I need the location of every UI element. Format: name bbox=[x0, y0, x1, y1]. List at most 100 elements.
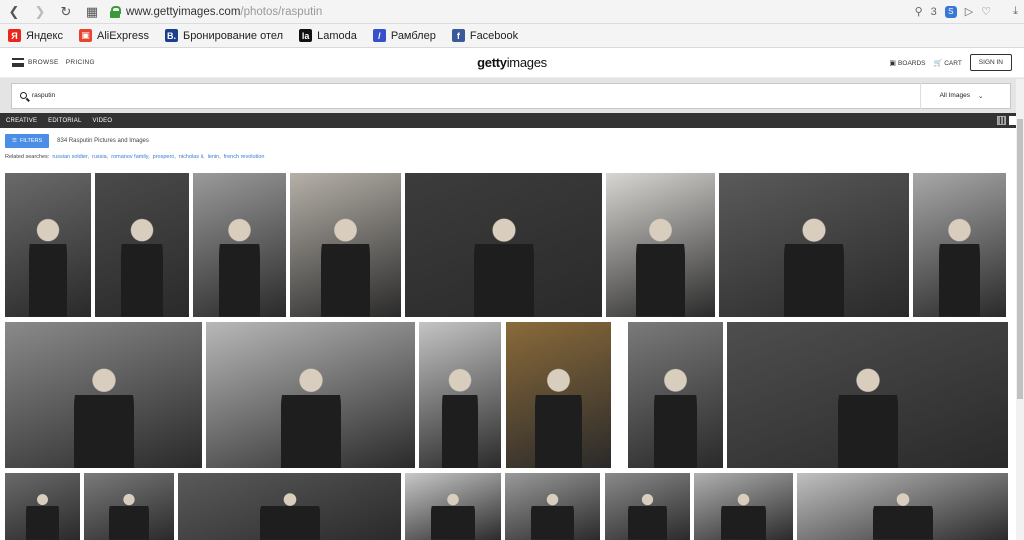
bookmark-yandex[interactable]: Я Яндекс bbox=[8, 29, 63, 42]
url-path: /photos/rasputin bbox=[240, 5, 323, 18]
grid-view-icon[interactable] bbox=[997, 116, 1006, 125]
result-photo[interactable] bbox=[405, 473, 501, 540]
result-photo[interactable] bbox=[694, 473, 793, 540]
tab-count: 3 bbox=[930, 5, 937, 18]
tab-editorial[interactable]: EDITORIAL bbox=[48, 118, 81, 124]
photo-subject bbox=[120, 216, 164, 317]
result-photo[interactable] bbox=[419, 322, 501, 468]
boards-link[interactable]: ▣ BOARDS bbox=[889, 59, 925, 67]
result-photo[interactable] bbox=[5, 322, 202, 468]
sliders-icon: ☰ bbox=[12, 138, 17, 144]
image-type-dropdown[interactable]: All Images ⌄ bbox=[920, 82, 1002, 109]
scrollbar-thumb[interactable] bbox=[1017, 119, 1023, 399]
result-photo[interactable] bbox=[913, 173, 1006, 317]
photo-subject bbox=[531, 493, 574, 540]
photo-subject bbox=[784, 216, 844, 317]
reload-icon[interactable]: ↻ bbox=[58, 4, 74, 20]
bookmark-label: Яндекс bbox=[26, 29, 63, 42]
search-icon[interactable]: ⚲ bbox=[915, 5, 923, 18]
bookmark-label: AliExpress bbox=[97, 29, 149, 42]
chevron-down-icon: ⌄ bbox=[977, 92, 984, 100]
result-photo[interactable] bbox=[727, 322, 1008, 468]
filters-button[interactable]: ☰ FILTERS bbox=[5, 134, 50, 148]
lock-icon bbox=[110, 5, 121, 18]
related-search-link[interactable]: russian soldier, bbox=[52, 154, 89, 160]
facebook-icon: f bbox=[451, 29, 465, 42]
bookmark-booking[interactable]: B. Бронирование отел bbox=[164, 29, 283, 42]
result-photo[interactable] bbox=[193, 173, 286, 317]
photo-subject bbox=[654, 365, 697, 468]
related-label: Related searches: bbox=[5, 154, 50, 160]
url-host: www.gettyimages.com bbox=[126, 5, 241, 18]
photo-subject bbox=[320, 216, 371, 317]
related-search-link[interactable]: prospero, bbox=[153, 154, 176, 160]
extension-icon[interactable]: S bbox=[944, 5, 957, 18]
result-photo[interactable] bbox=[206, 322, 415, 468]
result-photo[interactable] bbox=[797, 473, 1008, 540]
photo-subject bbox=[108, 493, 150, 540]
download-icon[interactable]: ⤓ bbox=[1013, 5, 1018, 18]
signin-button[interactable]: SIGN IN bbox=[969, 54, 1012, 71]
result-photo[interactable] bbox=[505, 473, 600, 540]
scrollbar[interactable] bbox=[1016, 79, 1024, 540]
related-searches: Related searches: russian soldier, russia… bbox=[0, 151, 1024, 163]
pricing-link[interactable]: PRICING bbox=[66, 59, 95, 66]
result-photo[interactable] bbox=[95, 173, 189, 317]
related-search-link[interactable]: russia, bbox=[92, 154, 108, 160]
search-input[interactable]: rasputin All Images ⌄ bbox=[11, 82, 1011, 109]
result-photo[interactable] bbox=[405, 173, 602, 317]
category-tabs: CREATIVE EDITORIAL VIDEO bbox=[0, 113, 1024, 128]
photo-subject bbox=[938, 216, 981, 317]
boards-icon: ▣ bbox=[889, 59, 897, 67]
search-query: rasputin bbox=[32, 92, 56, 99]
result-photo[interactable] bbox=[506, 322, 611, 468]
result-photo[interactable] bbox=[5, 473, 80, 540]
result-photo[interactable] bbox=[719, 173, 909, 317]
cart-icon: 🛒 bbox=[933, 59, 943, 67]
photo-subject bbox=[635, 216, 686, 317]
photo-subject bbox=[721, 493, 766, 540]
forward-icon[interactable]: ❯ bbox=[32, 4, 48, 20]
photo-subject bbox=[28, 216, 68, 317]
apps-grid-icon[interactable]: ▦ bbox=[84, 4, 100, 20]
bookmark-facebook[interactable]: f Facebook bbox=[451, 29, 518, 42]
result-photo[interactable] bbox=[628, 322, 723, 468]
result-photo[interactable] bbox=[290, 173, 401, 317]
tab-creative[interactable]: CREATIVE bbox=[6, 118, 37, 124]
bookmark-rambler[interactable]: / Рамблер bbox=[372, 29, 436, 42]
search-icon bbox=[20, 92, 27, 99]
tab-video[interactable]: VIDEO bbox=[93, 118, 113, 124]
related-search-link[interactable]: lenin, bbox=[208, 154, 221, 160]
bookmarks-bar: Я Яндекс ▣ AliExpress B. Бронирование отел la L… bbox=[0, 24, 1024, 48]
photo-subject bbox=[872, 493, 933, 540]
photo-subject bbox=[73, 365, 134, 468]
browse-link[interactable]: BROWSE bbox=[28, 59, 59, 66]
result-photo[interactable] bbox=[606, 173, 715, 317]
related-search-link[interactable]: romanov family, bbox=[111, 154, 149, 160]
photo-subject bbox=[259, 493, 320, 540]
address-bar[interactable]: www.gettyimages.com/photos/rasputin bbox=[110, 3, 905, 21]
photo-subject bbox=[534, 365, 583, 468]
related-search-link[interactable]: french revolution bbox=[224, 154, 265, 160]
heart-icon[interactable]: ♡ bbox=[981, 5, 991, 18]
related-search-link[interactable]: nicholas ii, bbox=[179, 154, 205, 160]
photo-subject bbox=[280, 365, 341, 468]
menu-icon[interactable] bbox=[12, 58, 24, 67]
bookmark-aliexpress[interactable]: ▣ AliExpress bbox=[79, 29, 149, 42]
photo-subject bbox=[25, 493, 60, 540]
result-photo[interactable] bbox=[178, 473, 401, 540]
bookmark-label: Lamoda bbox=[317, 29, 357, 42]
share-icon[interactable]: ▷ bbox=[965, 5, 973, 18]
bookmark-lamoda[interactable]: la Lamoda bbox=[299, 29, 357, 42]
result-photo[interactable] bbox=[5, 173, 91, 317]
yandex-icon: Я bbox=[8, 29, 21, 42]
photo-subject bbox=[837, 365, 898, 468]
results-toolbar: ☰ FILTERS 834 Rasputin Pictures and Imag… bbox=[0, 131, 1024, 151]
cart-link[interactable]: 🛒 CART bbox=[934, 59, 962, 67]
bookmark-label: Рамблер bbox=[390, 29, 436, 42]
photo-subject bbox=[628, 493, 667, 540]
rambler-icon: / bbox=[372, 29, 386, 42]
back-icon[interactable]: ❮ bbox=[6, 4, 22, 20]
result-photo[interactable] bbox=[84, 473, 174, 540]
result-photo[interactable] bbox=[605, 473, 690, 540]
